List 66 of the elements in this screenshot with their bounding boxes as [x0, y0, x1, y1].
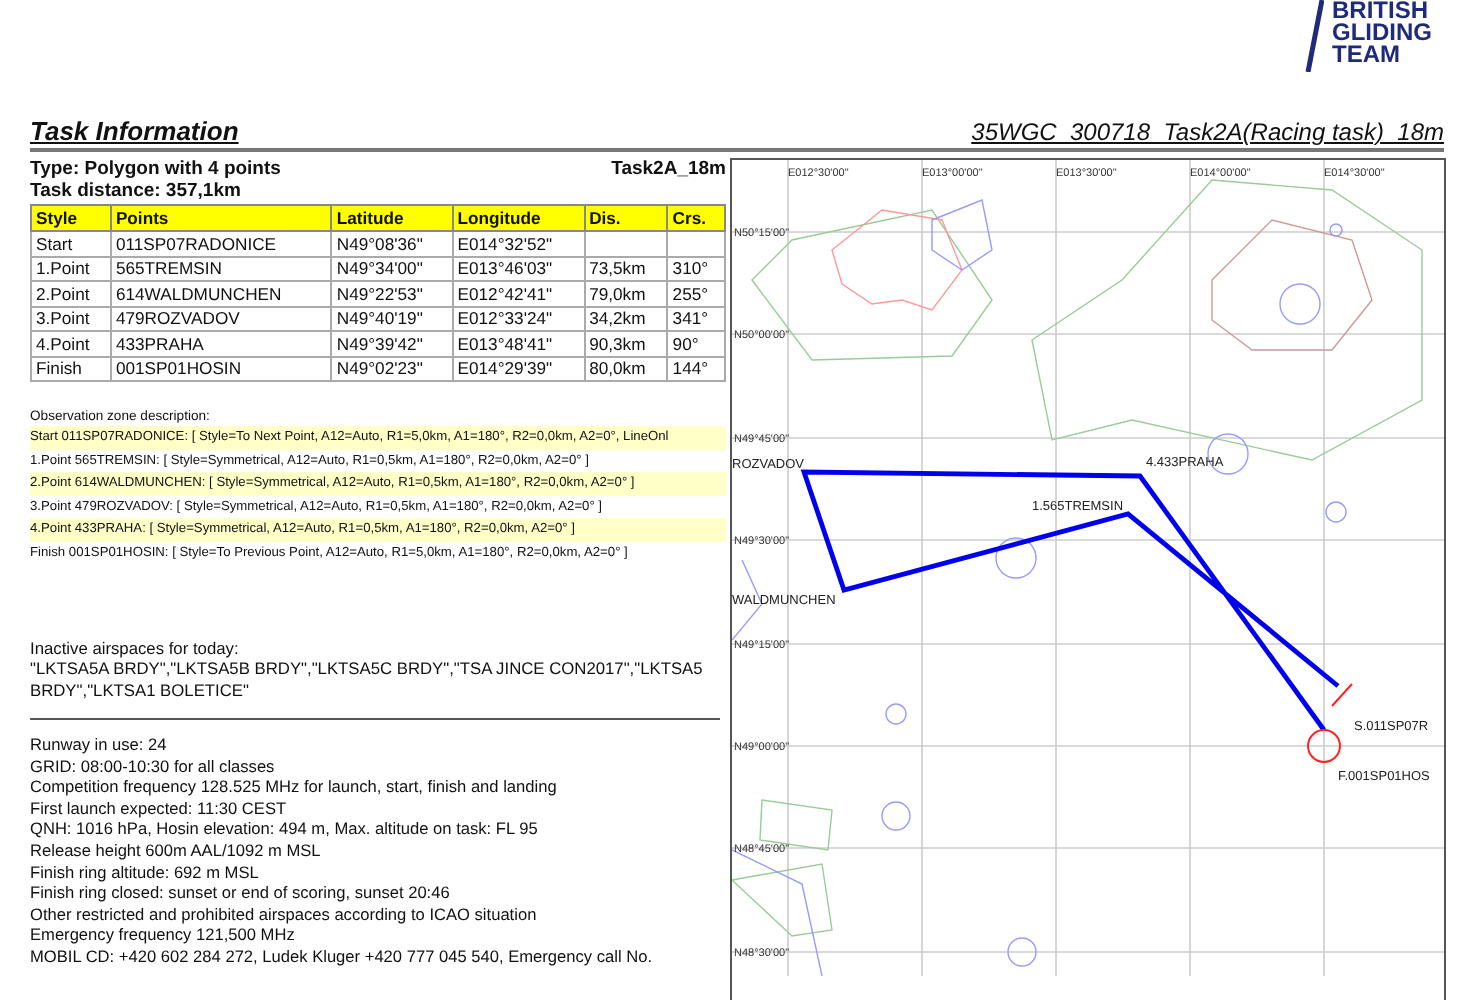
- table-cell: 001SP01HOSIN: [110, 356, 332, 381]
- logo-text: GLIDING: [1332, 22, 1432, 44]
- briefing-note: Finish ring altitude: 692 m MSL: [30, 861, 261, 883]
- table-cell: 310°: [667, 256, 725, 281]
- table-cell: 255°: [667, 281, 725, 306]
- table-cell: 79,0km: [584, 281, 668, 306]
- task-class: Task2A_18m: [611, 158, 726, 180]
- table-cell: E014°32'52": [452, 231, 585, 256]
- briefing-note: MOBIL CD: +420 602 284 272, Ludek Kluger +420 777 045 540, Emergency call No.: [30, 946, 655, 968]
- logo-slash-icon: [1304, 0, 1324, 72]
- table-cell: 90,3km: [584, 331, 668, 356]
- task-name: 35WGC_300718_Task2A(Racing task)_18m: [971, 118, 1444, 146]
- table-cell: 144°: [667, 356, 725, 381]
- table-cell: 3.Point: [31, 306, 111, 331]
- table-cell: 73,5km: [584, 256, 668, 281]
- briefing-note: QNH: 1016 hPa, Hosin elevation: 494 m, Max. altitude on task: FL 95: [30, 818, 540, 841]
- briefing-note: Other restricted and prohibited airspaces according to ICAO situation: [30, 903, 539, 925]
- table-cell: 80,0km: [584, 356, 668, 381]
- table-cell: [667, 231, 725, 256]
- table-cell: 341°: [667, 306, 725, 331]
- inactive-airspaces-list: "LKTSA5A BRDY","LKTSA5B BRDY","LKTSA5C BRDY","TSA JINCE CON2017","LKTSA5 BRDY","LKTSA1 BOLETICE": [30, 658, 726, 701]
- table-cell: [584, 231, 668, 256]
- logo-text: TEAM: [1332, 44, 1400, 66]
- table-cell: Start: [31, 231, 111, 256]
- table-cell: 1.Point: [31, 256, 111, 281]
- table-cell: 479ROZVADOV: [110, 306, 332, 331]
- briefing-note: First launch expected: 11:30 CEST: [30, 797, 289, 819]
- column-header: Longitude: [452, 205, 585, 231]
- column-header: Points: [110, 205, 332, 231]
- column-header: Dis.: [584, 205, 668, 231]
- briefing-note: GRID: 08:00-10:30 for all classes: [30, 755, 277, 777]
- table-cell: 4.Point: [31, 331, 111, 356]
- table-cell: Finish: [31, 356, 111, 381]
- table-cell: E013°46'03": [452, 256, 585, 281]
- table-cell: N49°22'53": [331, 281, 453, 306]
- table-cell: N49°02'23": [331, 356, 453, 381]
- briefing-note: Competition frequency 128.525 MHz for launch, start, finish and landing: [30, 776, 559, 798]
- table-cell: E012°33'24": [452, 306, 585, 331]
- column-header: Latitude: [331, 205, 453, 231]
- task-distance: Task distance: 357,1km: [30, 180, 241, 202]
- table-cell: 2.Point: [31, 281, 111, 306]
- table-cell: 614WALDMUNCHEN: [110, 281, 332, 306]
- briefing-note: Runway in use: 24: [30, 734, 169, 756]
- start-line-icon: [1331, 683, 1353, 707]
- table-cell: 90°: [667, 331, 725, 356]
- logo-text: BRITISH: [1332, 0, 1428, 22]
- briefing-note: Release height 600m AAL/1092 m MSL: [30, 840, 323, 862]
- table-cell: 34,2km: [584, 306, 668, 331]
- table-cell: 011SP07RADONICE: [110, 231, 332, 256]
- column-header: Style: [31, 205, 111, 231]
- table-cell: E012°42'41": [452, 281, 585, 306]
- task-type: Type: Polygon with 4 points: [30, 158, 281, 180]
- table-cell: 433PRAHA: [110, 331, 332, 356]
- table-cell: 565TREMSIN: [110, 256, 332, 281]
- briefing-note: Emergency frequency 121,500 MHz: [30, 924, 297, 946]
- inactive-airspaces-heading: Inactive airspaces for today:: [30, 637, 241, 659]
- table-cell: N49°40'19": [331, 306, 453, 331]
- column-header: Crs.: [667, 205, 725, 231]
- table-cell: N49°39'42": [331, 331, 453, 356]
- table-cell: E014°29'39": [452, 356, 585, 381]
- table-cell: N49°34'00": [331, 256, 453, 281]
- table-cell: E013°48'41": [452, 331, 585, 356]
- report-title: Task Information: [30, 116, 239, 146]
- briefing-note: Finish ring closed: sunset or end of scoring, sunset 20:46: [30, 882, 452, 904]
- finish-ring-icon: [1307, 729, 1341, 763]
- table-cell: N49°08'36": [331, 231, 453, 256]
